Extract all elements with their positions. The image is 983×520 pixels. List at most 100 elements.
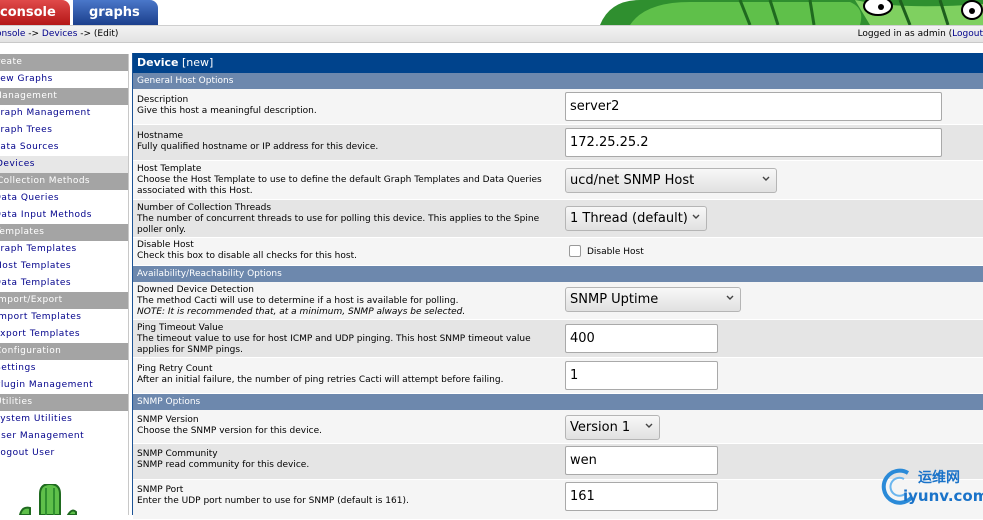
field-label: SNMP Community <box>137 449 218 459</box>
snmp-version-select[interactable]: Version 1 <box>565 415 660 440</box>
field-help: The method Cacti will use to determine i… <box>137 296 459 306</box>
sidebar-heading-create: Create <box>0 54 128 71</box>
login-status-text: Logged in as admin ( <box>857 29 953 39</box>
hostname-input[interactable]: 172.25.25.2 <box>565 128 942 157</box>
sidebar-item-data-queries[interactable]: Data Queries <box>0 190 128 207</box>
breadcrumb-current: (Edit) <box>93 29 119 39</box>
row-disable-host: Disable Host Check this box to disable al… <box>133 238 983 266</box>
field-help: Enter the UDP port number to use for SNM… <box>137 496 409 506</box>
sidebar-item-devices[interactable]: Devices <box>0 156 128 173</box>
cactus-mascot-icon <box>18 482 78 518</box>
sidebar-item-graph-trees[interactable]: Graph Trees <box>0 122 128 139</box>
row-snmp-version: SNMP Version Choose the SNMP version for … <box>133 410 983 444</box>
cactus-logo <box>600 0 983 25</box>
section-availability-options: Availability/Reachability Options <box>133 266 983 282</box>
field-help: Give this host a meaningful description. <box>137 106 317 116</box>
row-host-template: Host Template Choose the Host Template to… <box>133 161 983 200</box>
field-label: Downed Device Detection <box>137 285 254 295</box>
watermark-chinese-text: 运维网 <box>918 470 960 486</box>
ping-timeout-input[interactable]: 400 <box>565 324 718 353</box>
field-help: Check this box to disable all checks for… <box>137 251 357 261</box>
section-snmp-options: SNMP Options <box>133 394 983 410</box>
page-title-text: Device <box>137 56 179 69</box>
row-collection-threads: Number of Collection Threads The number o… <box>133 200 983 238</box>
sidebar: Create New Graphs Management Graph Manag… <box>0 54 129 518</box>
disable-host-checkbox[interactable] <box>569 245 581 257</box>
sidebar-heading-import-export: Import/Export <box>0 292 128 309</box>
sidebar-heading-templates: Templates <box>0 224 128 241</box>
sidebar-item-user-management[interactable]: User Management <box>0 428 128 445</box>
chevron-down-icon <box>645 423 653 428</box>
breadcrumb-console-link[interactable]: console <box>0 29 25 39</box>
watermark-url: iyunv.com <box>903 487 983 505</box>
field-label: Hostname <box>137 131 184 141</box>
field-help: Choose the SNMP version for this device. <box>137 426 322 436</box>
field-label: Description <box>137 95 189 105</box>
row-ping-timeout: Ping Timeout Value The timeout value to u… <box>133 320 983 358</box>
breadcrumb-separator: -> <box>25 29 42 39</box>
field-help: The timeout value to use for host ICMP a… <box>137 334 531 355</box>
sidebar-item-data-sources[interactable]: Data Sources <box>0 139 128 156</box>
breadcrumb-separator: -> <box>77 29 94 39</box>
breadcrumb-devices-link[interactable]: Devices <box>42 29 77 39</box>
sidebar-item-settings[interactable]: Settings <box>0 360 128 377</box>
breadcrumb-bar: console -> Devices -> (Edit) Logged in a… <box>0 25 983 43</box>
logout-link[interactable]: Logout <box>952 29 983 39</box>
collection-threads-select[interactable]: 1 Thread (default) <box>565 206 707 231</box>
field-label: SNMP Version <box>137 415 199 425</box>
host-template-value: ucd/net SNMP Host <box>570 173 695 188</box>
field-help: After an initial failure, the number of … <box>137 375 504 385</box>
sidebar-item-logout-user[interactable]: Logout User <box>0 445 128 462</box>
sidebar-item-import-templates[interactable]: Import Templates <box>0 309 128 326</box>
sidebar-heading-utilities: Utilities <box>0 394 128 411</box>
chevron-down-icon <box>692 214 700 219</box>
field-help: SNMP read community for this device. <box>137 460 310 470</box>
row-hostname: Hostname Fully qualified hostname or IP a… <box>133 125 983 161</box>
top-navigation: console graphs <box>0 0 983 25</box>
field-help: Choose the Host Template to use to defin… <box>137 175 542 196</box>
site-watermark: 运维网 iyunv.com <box>878 465 983 515</box>
field-label: Ping Timeout Value <box>137 323 224 333</box>
sidebar-item-data-templates[interactable]: Data Templates <box>0 275 128 292</box>
description-input[interactable]: server2 <box>565 92 942 121</box>
chevron-down-icon <box>762 176 770 181</box>
ping-retry-input[interactable]: 1 <box>565 361 718 390</box>
sidebar-heading-collection-methods: Collection Methods <box>0 173 128 190</box>
disable-host-checkbox-wrapper: Disable Host <box>569 245 644 257</box>
field-note: NOTE: It is recommended that, at a minim… <box>137 307 466 317</box>
sidebar-item-new-graphs[interactable]: New Graphs <box>0 71 128 88</box>
row-ping-retry: Ping Retry Count After an initial failure… <box>133 358 983 394</box>
snmp-port-input[interactable]: 161 <box>565 482 718 511</box>
downed-detection-select[interactable]: SNMP Uptime <box>565 287 741 312</box>
row-snmp-port: SNMP Port Enter the UDP port number to us… <box>133 480 983 520</box>
sidebar-item-system-utilities[interactable]: System Utilities <box>0 411 128 428</box>
sidebar-item-graph-templates[interactable]: Graph Templates <box>0 241 128 258</box>
field-label: SNMP Port <box>137 485 184 495</box>
sidebar-item-export-templates[interactable]: Export Templates <box>0 326 128 343</box>
device-edit-panel: Device [new] General Host Options Descri… <box>132 53 983 520</box>
snmp-version-value: Version 1 <box>570 420 631 435</box>
chevron-down-icon <box>726 295 734 300</box>
sidebar-item-host-templates[interactable]: Host Templates <box>0 258 128 275</box>
row-downed-device-detection: Downed Device Detection The method Cacti … <box>133 282 983 320</box>
row-snmp-community: SNMP Community SNMP read community for th… <box>133 444 983 480</box>
tab-graphs[interactable]: graphs <box>73 0 158 25</box>
snmp-community-input[interactable]: wen <box>565 446 718 475</box>
field-label: Ping Retry Count <box>137 364 213 374</box>
sidebar-item-graph-management[interactable]: Graph Management <box>0 105 128 122</box>
sidebar-heading-management: Management <box>0 88 128 105</box>
tab-console[interactable]: console <box>0 0 70 25</box>
breadcrumb: console -> Devices -> (Edit) <box>0 29 118 39</box>
field-label: Host Template <box>137 164 202 174</box>
sidebar-heading-configuration: Configuration <box>0 343 128 360</box>
row-description: Description Give this host a meaningful d… <box>133 89 983 125</box>
sidebar-item-plugin-management[interactable]: Plugin Management <box>0 377 128 394</box>
page-title-suffix: [new] <box>178 56 214 69</box>
field-help: The number of concurrent threads to use … <box>137 214 540 235</box>
sidebar-item-data-input-methods[interactable]: Data Input Methods <box>0 207 128 224</box>
host-template-select[interactable]: ucd/net SNMP Host <box>565 168 777 193</box>
section-general-host-options: General Host Options <box>133 73 983 89</box>
login-status: Logged in as admin (Logout <box>858 29 983 39</box>
disable-host-checkbox-label: Disable Host <box>587 247 644 257</box>
field-help: Fully qualified hostname or IP address f… <box>137 142 379 152</box>
